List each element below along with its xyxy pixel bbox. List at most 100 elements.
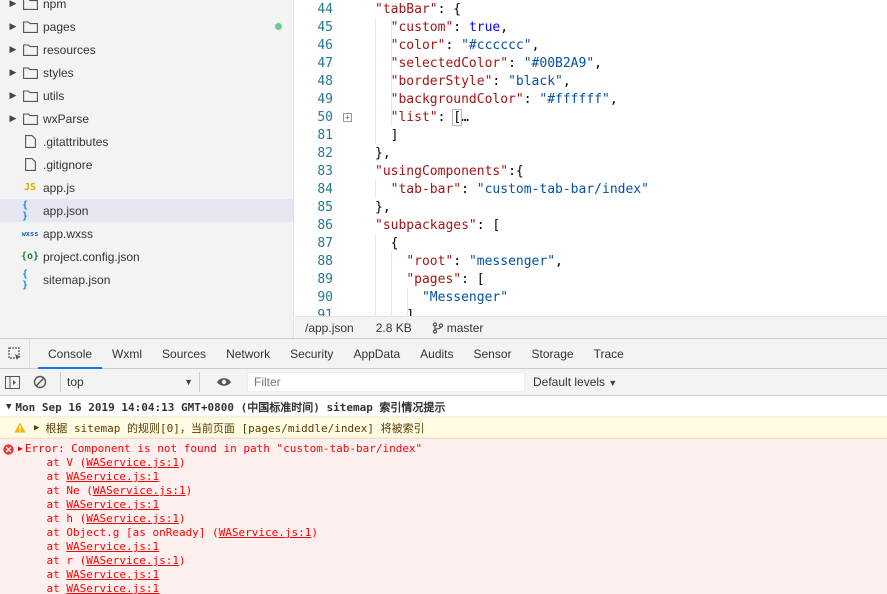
tab-trace[interactable]: Trace [584,339,634,368]
code-line[interactable]: 90 "Messenger" [295,289,887,307]
console-group-header[interactable]: ▼ Mon Sep 16 2019 14:04:13 GMT+0800 (中国标… [0,397,887,417]
code-line[interactable]: 87 { [295,235,887,253]
json-file-icon: { } [22,199,29,222]
stack-suffix: ) [178,512,186,525]
source-link[interactable]: WAService.js:1 [66,568,159,581]
tab-network[interactable]: Network [216,339,280,368]
code-line[interactable]: 88 "root": "messenger", [295,253,887,271]
tab-console[interactable]: Console [38,339,103,369]
code-line[interactable]: 45 "custom": true, [295,19,887,37]
stack-frame: at h (WAService.js:1) [20,512,186,526]
config-file-icon: {o} [20,251,40,262]
line-number: 89 [317,272,333,287]
tree-item-wxparse[interactable]: ▶ wxParse [0,107,293,130]
expand-arrow-icon: ▶ [9,44,17,54]
tree-item-project-config-json[interactable]: {o} project.config.json [0,245,293,268]
tree-item-pages[interactable]: ▶ pages [0,15,293,38]
inspect-element-button[interactable] [0,339,30,368]
clear-icon [33,375,47,389]
code-line[interactable]: 48 "borderStyle": "black", [295,73,887,91]
code-text: "list": [… [390,109,469,126]
code-line[interactable]: 46 "color": "#cccccc", [295,37,887,55]
tab-audits[interactable]: Audits [410,339,463,368]
tree-item-utils[interactable]: ▶ utils [0,84,293,107]
file-size: 2.8 KB [375,320,412,335]
tree-item-label: pages [43,19,76,34]
fold-toggle-icon[interactable]: + [343,113,352,122]
tab-security[interactable]: Security [280,339,343,368]
file-explorer: ▶ npm ▶ pages ▶ resources ▶ styles ▶ utils ▶ wxPars… [0,0,294,338]
line-number: 87 [317,236,333,251]
live-expression-button[interactable] [213,371,235,393]
stack-prefix: at [20,568,67,581]
tree-item-gitattributes[interactable]: .gitattributes [0,130,293,153]
error-icon [3,443,14,455]
console-filter-input[interactable] [247,372,525,392]
code-line[interactable]: 49 "backgroundColor": "#ffffff", [295,91,887,109]
tree-item-label: npm [43,0,67,11]
tree-item-resources[interactable]: ▶ resources [0,38,293,61]
stack-suffix: ) [178,456,186,469]
tab-sources[interactable]: Sources [152,339,216,368]
line-number: 46 [317,38,333,53]
tab-storage[interactable]: Storage [522,339,584,368]
tree-item-gitignore[interactable]: .gitignore [0,153,293,176]
tree-item-npm[interactable]: ▶ npm [0,0,293,15]
clear-console-button[interactable] [29,371,51,393]
git-branch-label: master [446,320,484,335]
source-link[interactable]: WAService.js:1 [66,470,159,483]
code-line[interactable]: 83 "usingComponents":{ [295,163,887,181]
stack-frame: at WAService.js:1 [20,498,159,512]
code-line[interactable]: 85}, [295,199,887,217]
stack-suffix: ) [311,526,319,539]
code-line[interactable]: 47 "selectedColor": "#00B2A9", [295,55,887,73]
source-link[interactable]: WAService.js:1 [219,526,312,539]
code-line[interactable]: 44 "tabBar": { [295,1,887,19]
code-text: "color": "#cccccc", [390,38,540,53]
code-text: "tabBar": { [375,2,462,17]
code-text: "usingComponents":{ [375,164,524,179]
group-header-text: Mon Sep 16 2019 14:04:13 GMT+0800 (中国标准时… [15,400,446,414]
code-line[interactable]: 89 "pages": [ [295,271,887,289]
code-line[interactable]: 50 + "list": [… [295,109,887,127]
console-error[interactable]: ▶ Error: Component is not found in path … [0,438,887,594]
stack-frame: at Ne (WAService.js:1) [20,484,192,498]
tree-item-app-json[interactable]: { } app.json [0,199,293,222]
code-line[interactable]: 82}, [295,145,887,163]
source-link[interactable]: WAService.js:1 [86,554,179,567]
source-link[interactable]: WAService.js:1 [86,512,179,525]
expand-arrow-icon: ▶ [9,90,17,100]
source-link[interactable]: WAService.js:1 [93,484,186,497]
inspect-icon [7,346,21,360]
console-warning[interactable]: ▶ 根据 sitemap 的规则[0]，当前页面 [pages/middle/i… [0,417,887,438]
dropdown-arrow-icon: ▼ [184,377,193,387]
code-editor[interactable]: 44 "tabBar": {45 "custom": true, 46 "color… [295,0,887,316]
code-line[interactable]: 91 ] [295,307,887,316]
tree-item-app-js[interactable]: JS app.js [0,176,293,199]
toggle-sidebar-button[interactable] [1,371,23,393]
folder-icon [22,20,38,34]
line-number: 81 [317,128,333,143]
tree-item-label: resources [43,42,96,57]
line-number: 45 [317,20,333,35]
source-link[interactable]: WAService.js:1 [66,582,159,594]
tree-item-app-wxss[interactable]: wxss app.wxss [0,222,293,245]
tree-item-sitemap-json[interactable]: { } sitemap.json [0,268,293,291]
code-line[interactable]: 86 "subpackages": [ [295,217,887,235]
source-link[interactable]: WAService.js:1 [86,456,179,469]
source-link[interactable]: WAService.js:1 [66,498,159,511]
tree-item-styles[interactable]: ▶ styles [0,61,293,84]
context-selector[interactable]: top ▼ [60,372,200,392]
tab-wxml[interactable]: Wxml [102,339,152,368]
tab-sensor[interactable]: Sensor [464,339,522,368]
tab-appdata[interactable]: AppData [343,339,410,368]
git-branch[interactable]: master [432,320,484,335]
code-text: "tab-bar": "custom-tab-bar/index" [390,182,649,197]
code-line[interactable]: 84 "tab-bar": "custom-tab-bar/index" [295,181,887,199]
tree-item-label: app.wxss [43,226,94,241]
code-line[interactable]: 81 ] [295,127,887,145]
log-levels-dropdown[interactable]: Default levels ▼ [533,375,617,389]
source-link[interactable]: WAService.js:1 [66,540,159,553]
sidebar-icon [4,375,20,389]
code-text: { [390,236,399,251]
